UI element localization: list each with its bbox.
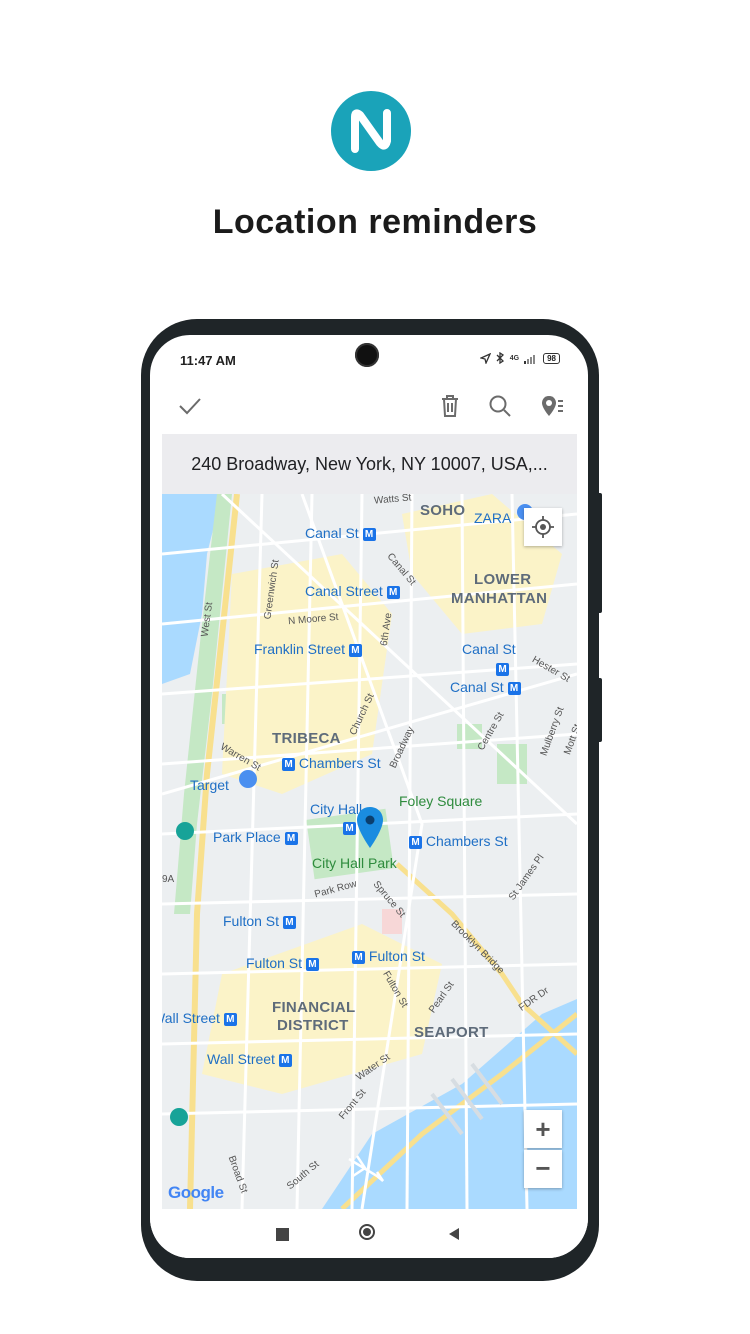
zoom-out-button[interactable]: −	[524, 1150, 562, 1188]
phone-power-button	[597, 493, 602, 613]
done-button[interactable]	[176, 392, 204, 420]
google-logo-text: Google	[168, 1183, 224, 1202]
location-pin-icon[interactable]	[355, 806, 385, 850]
phone-volume-button	[597, 678, 602, 742]
district-financial-2: DISTRICT	[277, 1017, 349, 1034]
trash-icon	[442, 395, 458, 417]
district-soho: SOHO	[420, 502, 466, 519]
district-tribeca: TRIBECA	[272, 730, 341, 747]
app-logo	[331, 91, 411, 171]
airplane-icon	[348, 1155, 385, 1182]
place-foley-square[interactable]: Foley Square	[399, 793, 482, 809]
search-icon	[489, 395, 511, 417]
check-icon	[179, 398, 201, 415]
location-list-icon	[542, 396, 563, 416]
district-lower-manhattan-2: MANHATTAN	[451, 590, 548, 607]
location-arrow-icon	[479, 352, 491, 364]
station-wall-street-1[interactable]: Wall Street M	[162, 1010, 237, 1026]
signal-icon	[524, 354, 536, 364]
station-park-place[interactable]: Park Place M	[213, 829, 298, 845]
station-canal-street[interactable]: Canal Street M	[305, 583, 400, 599]
place-target[interactable]: Target	[190, 777, 229, 793]
route-9a: 9A	[162, 874, 175, 885]
museum-pin-icon	[170, 1108, 188, 1126]
station-franklin-street[interactable]: Franklin Street M	[254, 641, 362, 657]
status-icons: 4G 98	[479, 352, 560, 364]
district-lower-manhattan-1: LOWER	[474, 571, 532, 588]
place-city-hall-park[interactable]: City Hall Park	[312, 855, 397, 871]
place-zara[interactable]: ZARA	[474, 510, 511, 526]
station-canal-st-2-metro[interactable]: M	[496, 660, 509, 676]
station-canal-st-3[interactable]: Canal St M	[450, 679, 521, 695]
crosshair-icon	[532, 516, 554, 538]
nimbus-note-logo-icon	[351, 109, 391, 153]
district-financial-1: FINANCIAL	[272, 999, 356, 1016]
address-field[interactable]: 240 Broadway, New York, NY 10007, USA,..…	[162, 434, 577, 494]
circle-icon	[363, 1228, 371, 1236]
zoom-in-button[interactable]: +	[524, 1110, 562, 1148]
status-time: 11:47 AM	[180, 353, 236, 368]
home-button[interactable]	[359, 1224, 375, 1240]
station-fulton-st-2[interactable]: M Fulton St	[352, 948, 425, 964]
phone-screen: 11:47 AM 4G 98 240 Broadway, New York, N…	[150, 335, 588, 1258]
my-location-button[interactable]	[524, 508, 562, 546]
battery-indicator: 98	[543, 352, 560, 364]
station-chambers-st-2[interactable]: M Chambers St	[409, 833, 508, 849]
station-fulton-st-3[interactable]: Fulton St M	[246, 955, 319, 971]
front-camera	[355, 343, 379, 367]
bluetooth-icon	[496, 352, 504, 364]
district-seaport: SEAPORT	[414, 1024, 489, 1041]
back-button[interactable]	[447, 1227, 461, 1241]
network-type: 4G	[509, 354, 520, 362]
promo-headline: Location reminders	[212, 203, 538, 241]
recents-button[interactable]	[276, 1228, 289, 1241]
camera-pin-icon	[176, 822, 194, 840]
shopping-pin-icon	[239, 770, 257, 788]
search-button[interactable]	[486, 392, 514, 420]
map-view[interactable]: SOHO LOWER MANHATTAN TRIBECA FINANCIAL D…	[162, 494, 577, 1209]
station-fulton-st-1[interactable]: Fulton St M	[223, 913, 296, 929]
delete-button[interactable]	[436, 392, 464, 420]
system-nav-bar	[150, 1209, 588, 1258]
station-chambers-st-1[interactable]: M Chambers St	[282, 755, 381, 771]
station-canal-st-2[interactable]: Canal St	[462, 641, 516, 657]
station-wall-street-2[interactable]: Wall Street M	[207, 1051, 292, 1067]
google-attribution: Google	[168, 1183, 224, 1203]
station-canal-st-1[interactable]: Canal St M	[305, 525, 376, 541]
location-list-button[interactable]	[538, 392, 566, 420]
